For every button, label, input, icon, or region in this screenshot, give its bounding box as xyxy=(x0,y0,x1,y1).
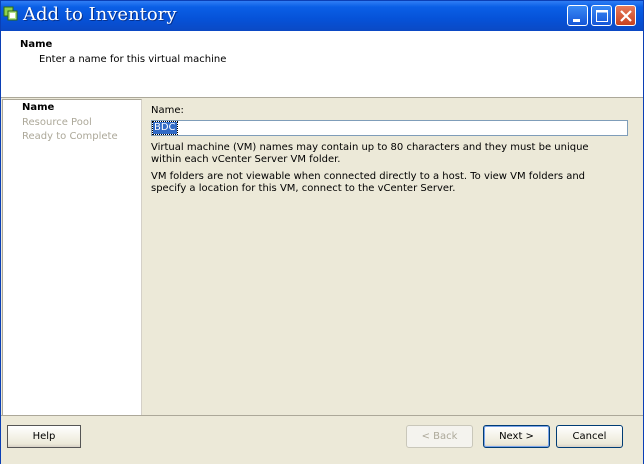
vm-folders-note: VM folders are not viewable when connect… xyxy=(151,171,586,194)
next-button[interactable]: Next > xyxy=(483,425,550,448)
step-ready-to-complete: Ready to Complete xyxy=(22,131,118,142)
minimize-button[interactable] xyxy=(567,5,588,26)
close-icon xyxy=(620,10,632,22)
vm-name-value[interactable]: BDC xyxy=(152,121,178,135)
back-button[interactable]: < Back xyxy=(406,425,473,448)
maximize-icon xyxy=(596,10,608,22)
vm-name-input[interactable] xyxy=(151,120,628,136)
window-title: Add to Inventory xyxy=(23,4,177,25)
header-title: Name xyxy=(20,39,53,50)
header-subtitle: Enter a name for this virtual machine xyxy=(39,54,227,65)
maximize-button[interactable] xyxy=(591,5,612,26)
wizard-footer: Help < Back Next > Cancel xyxy=(1,415,643,464)
help-button[interactable]: Help xyxy=(7,425,81,448)
cancel-button[interactable]: Cancel xyxy=(556,425,623,448)
vm-app-icon xyxy=(3,6,19,22)
add-to-inventory-window: Add to Inventory Name Enter a name for t… xyxy=(0,0,644,464)
step-name: Name xyxy=(22,102,55,113)
step-resource-pool: Resource Pool xyxy=(22,117,92,128)
title-bar[interactable]: Add to Inventory xyxy=(1,1,643,31)
close-button[interactable] xyxy=(615,5,636,26)
wizard-steps-panel: Name Resource Pool Ready to Complete xyxy=(2,99,142,416)
wizard-header: Name Enter a name for this virtual machi… xyxy=(1,31,643,98)
wizard-content: Name: BDC Virtual machine (VM) names may… xyxy=(142,99,642,415)
name-rules-text: Virtual machine (VM) names may contain u… xyxy=(151,142,589,165)
minimize-icon xyxy=(573,19,580,22)
name-field-label: Name: xyxy=(151,105,184,116)
